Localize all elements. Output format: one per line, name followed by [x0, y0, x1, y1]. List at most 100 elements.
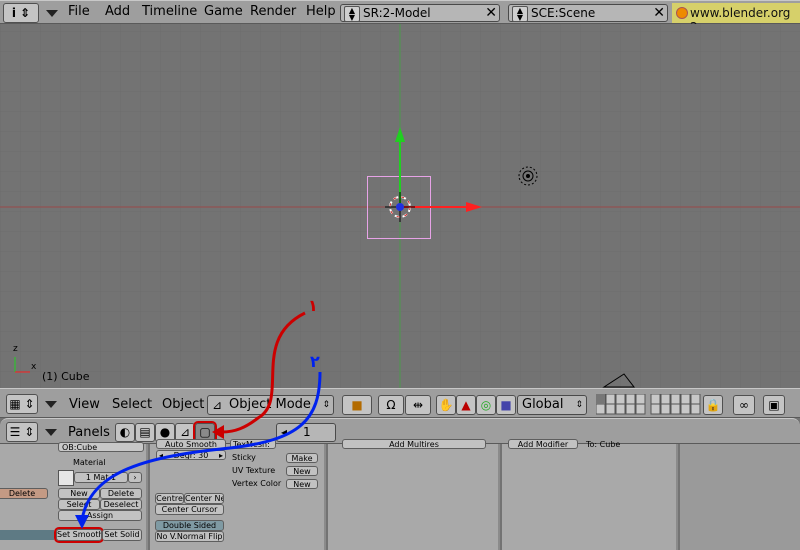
script-icon: ▤: [139, 425, 151, 439]
modifiers-panel: Add Modifier To: Cube: [502, 439, 678, 550]
scene-name: SCE:Scene: [531, 6, 596, 20]
axis-z-label: z: [13, 344, 18, 354]
layers-grid-icon: [595, 393, 701, 415]
annotation-label-2: ۲: [310, 352, 320, 371]
menu-view[interactable]: View: [69, 397, 100, 412]
multires-panel: Add Multires: [328, 439, 500, 550]
menu-select[interactable]: Select: [112, 397, 152, 412]
blender-logo-icon: [676, 7, 688, 19]
screen-browse-icon[interactable]: ▲ ▼: [344, 6, 360, 22]
set-smooth-button[interactable]: Set Smooth: [54, 527, 104, 543]
scene-selector-field[interactable]: ▲ ▼ SCE:Scene ✕: [508, 4, 668, 22]
manipulator-rotate-button[interactable]: ◎: [476, 395, 496, 415]
mode-selector[interactable]: ⊿ Object Mode ⇕: [207, 395, 334, 415]
logic-context-button[interactable]: ◐: [115, 423, 135, 442]
manipulator-scale-button[interactable]: ■: [496, 395, 516, 415]
menu-render[interactable]: Render: [250, 4, 296, 19]
menu-game[interactable]: Game: [204, 4, 243, 19]
menu-object[interactable]: Object: [162, 397, 204, 412]
render-view-button[interactable]: ▣: [763, 395, 785, 415]
material-index-field[interactable]: 1 Mat 1: [74, 472, 128, 483]
menu-add[interactable]: Add: [105, 4, 130, 19]
scene-browse-icon[interactable]: ▲ ▼: [512, 6, 528, 22]
info-window-type-button[interactable]: i ⇕: [3, 3, 39, 23]
manipulator-hand-button[interactable]: ✋: [436, 395, 456, 415]
buttons-window-icon: ☰ ⇕: [9, 425, 35, 439]
shading-sphere-icon: ●: [159, 425, 171, 439]
lamp-icon: [518, 166, 538, 186]
sticky-make-button[interactable]: Make: [286, 453, 318, 463]
snap-icon: ⇹: [412, 398, 424, 412]
orientation-selector[interactable]: Global ⇕: [517, 395, 587, 415]
uv-texture-new-button[interactable]: New: [286, 466, 318, 476]
collapse-menu-triangle-icon[interactable]: [46, 10, 58, 17]
auto-smooth-button[interactable]: Auto Smooth: [156, 439, 226, 449]
opengl-render-button[interactable]: ∞: [733, 395, 755, 415]
manipulator-translate-button[interactable]: ▲: [456, 395, 476, 415]
layer-buttons[interactable]: [595, 393, 701, 415]
new-material-button[interactable]: New: [58, 488, 100, 499]
material-swatch[interactable]: [58, 470, 74, 486]
set-solid-button[interactable]: Set Solid: [102, 529, 142, 541]
scene-close-icon[interactable]: ✕: [653, 5, 665, 21]
degr-right-arrow-icon[interactable]: ▸: [219, 451, 223, 459]
degr-field[interactable]: ◂ Degr: 30 ▸: [156, 450, 226, 460]
degr-left-arrow-icon[interactable]: ◂: [159, 451, 163, 459]
centre-button[interactable]: Centre: [155, 493, 184, 504]
orientation-label: Global: [522, 397, 564, 412]
hand-icon: ✋: [438, 398, 454, 412]
translate-icon: ▲: [461, 398, 471, 412]
screen-selector-field[interactable]: ▲ ▼ SR:2-Model ✕: [340, 4, 500, 22]
vertex-color-label: Vertex Color: [232, 479, 282, 488]
material-index-next-button[interactable]: ›: [128, 472, 142, 483]
center-new-button[interactable]: Center New: [184, 493, 224, 504]
picture-icon: ▣: [768, 398, 780, 412]
select-button[interactable]: Select: [58, 499, 100, 510]
degr-value: Degr: 30: [173, 451, 209, 460]
info-icon: i ⇕: [11, 6, 31, 20]
lock-icon: 🔒: [705, 398, 721, 412]
object-mode-icon: ⊿: [212, 398, 223, 412]
buttons-collapse-triangle-icon[interactable]: [45, 429, 57, 436]
screen-name: SR:2-Model: [363, 6, 431, 20]
delete-material-button[interactable]: Delete: [100, 488, 142, 499]
delete-left-button[interactable]: Delete: [0, 488, 48, 499]
x-arrow-icon: [466, 202, 482, 212]
ob-field[interactable]: OB:Cube: [58, 442, 144, 452]
deselect-button[interactable]: Deselect: [100, 499, 142, 510]
3d-view-header: ▦ ⇕ View Select Object ⊿ Object Mode ⇕ ■…: [0, 388, 800, 418]
center-cursor-button[interactable]: Center Cursor: [155, 504, 224, 515]
panels-empty-area: [680, 444, 800, 550]
menu-file[interactable]: File: [68, 4, 90, 19]
menu-help[interactable]: Help: [306, 4, 336, 19]
double-sided-toggle[interactable]: Double Sided: [155, 520, 224, 531]
pivot-button[interactable]: Ω: [378, 395, 404, 415]
transform-manipulator[interactable]: [0, 24, 800, 388]
add-modifier-button[interactable]: Add Modifier: [508, 439, 578, 449]
frame-field[interactable]: ◂ 1: [276, 423, 336, 442]
scale-icon: ■: [500, 398, 512, 412]
header-collapse-triangle-icon[interactable]: [45, 401, 57, 408]
frame-value: 1: [303, 425, 311, 439]
screen-close-icon[interactable]: ✕: [485, 5, 497, 21]
no-vnormal-flip-toggle[interactable]: No V.Normal Flip: [155, 531, 224, 542]
mode-chevron-icon: ⇕: [322, 400, 330, 410]
sticky-label: Sticky: [232, 453, 256, 462]
3d-viewport[interactable]: z x (1) Cube: [0, 24, 800, 388]
vertex-color-new-button[interactable]: New: [286, 479, 318, 489]
camera-icon: [602, 373, 636, 388]
frame-left-arrow-icon[interactable]: ◂: [281, 424, 287, 441]
draw-type-button[interactable]: ■: [342, 395, 372, 415]
script-context-button[interactable]: ▤: [135, 423, 155, 442]
snap-button[interactable]: ⇹: [405, 395, 431, 415]
add-multires-button[interactable]: Add Multires: [342, 439, 486, 449]
axis-x-label: x: [31, 362, 37, 372]
texmesh-field[interactable]: TexMesh:: [230, 439, 276, 449]
buttons-editor-type-button[interactable]: ☰ ⇕: [6, 422, 38, 442]
color-strip: [0, 530, 54, 540]
assign-button[interactable]: Assign: [58, 510, 142, 521]
panels-label[interactable]: Panels: [68, 425, 110, 440]
editor-type-button[interactable]: ▦ ⇕: [6, 394, 38, 414]
lock-layers-button[interactable]: 🔒: [703, 395, 723, 415]
menu-timeline[interactable]: Timeline: [142, 4, 197, 19]
